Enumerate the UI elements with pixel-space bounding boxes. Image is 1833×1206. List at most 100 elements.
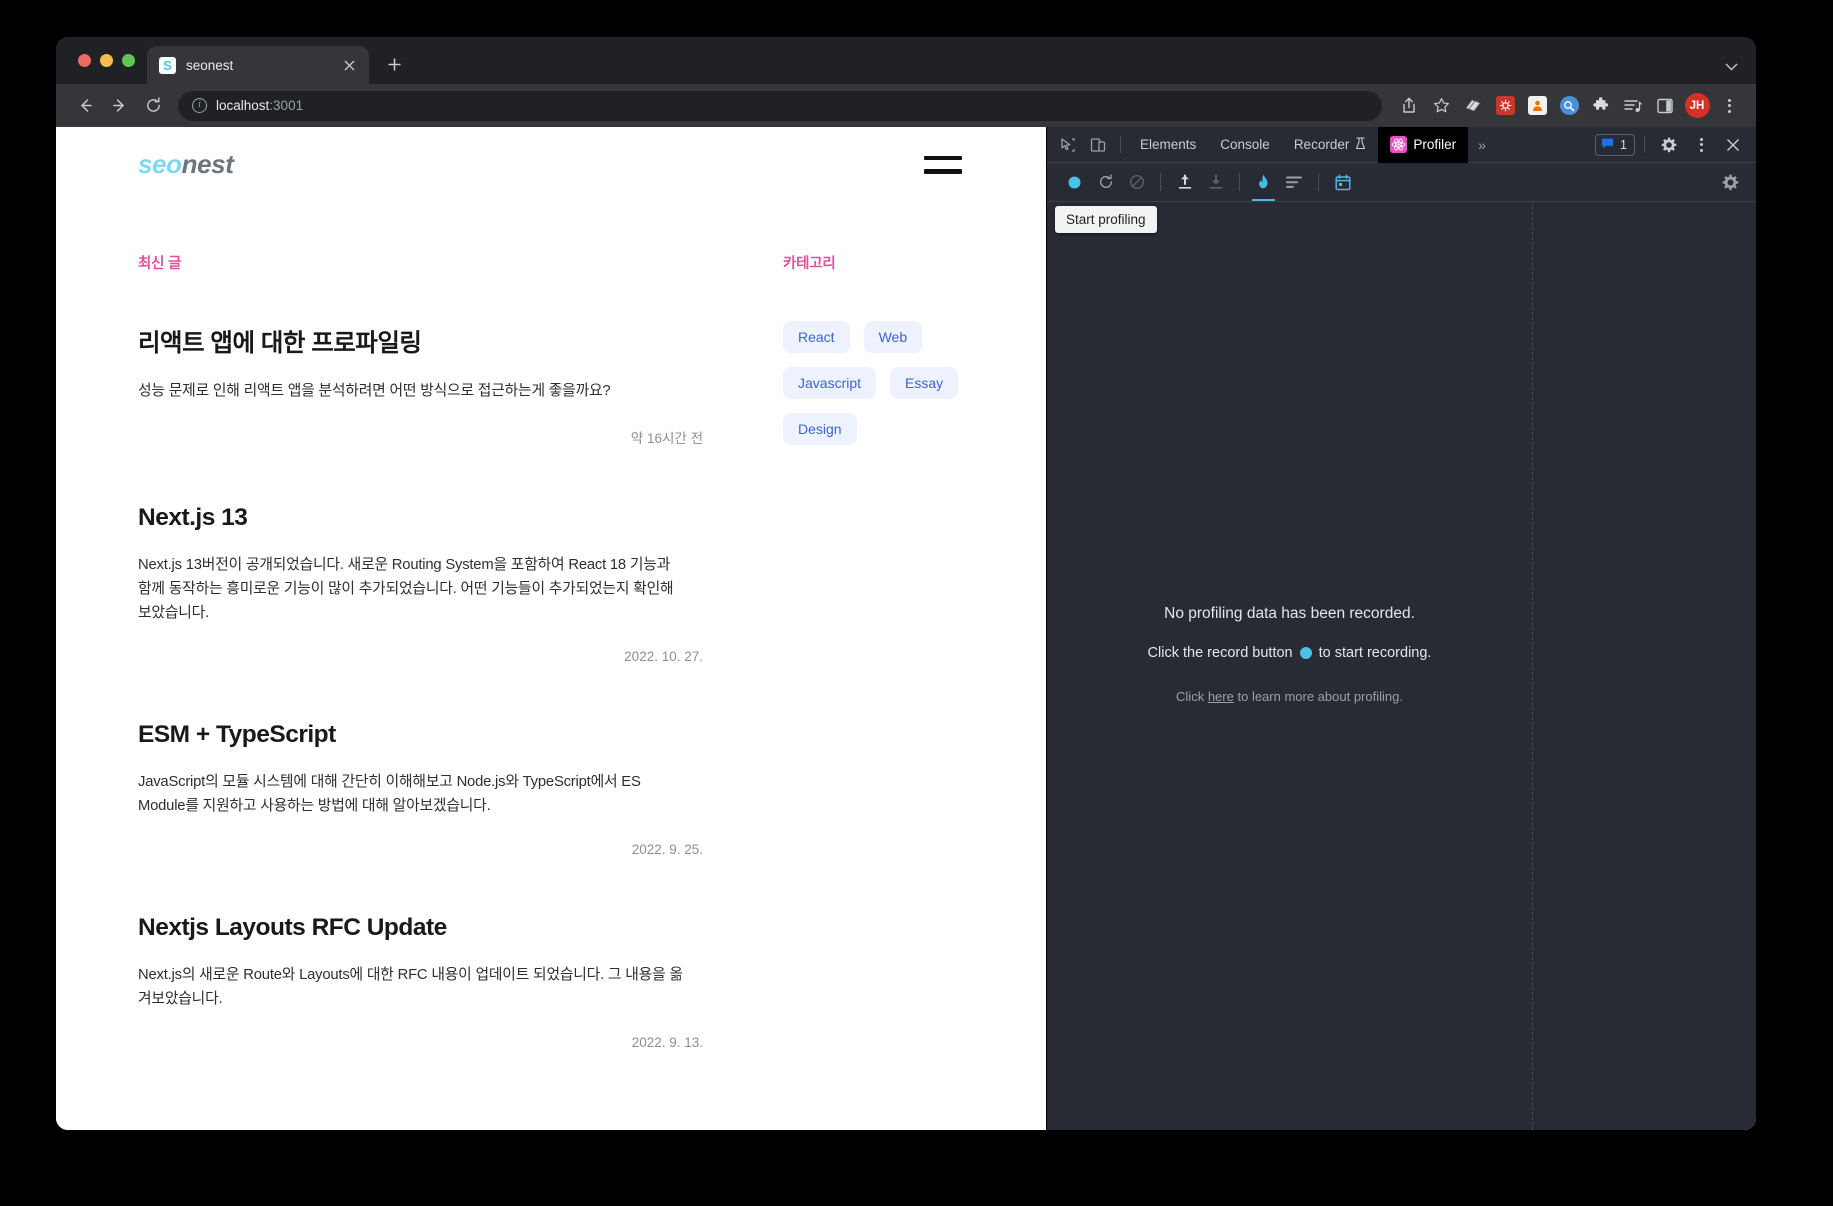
logo-part-one: seo [138,149,182,179]
tab-title: seonest [186,58,330,73]
address-bar[interactable]: i localhost:3001 [178,91,1382,121]
help-before: Click [1176,689,1204,704]
tab-strip: S seonest [56,37,1756,84]
profiler-empty-state: No profiling data has been recorded. Cli… [1148,605,1432,704]
flamegraph-view-button[interactable] [1248,163,1279,201]
instruction-after: to start recording. [1319,645,1432,661]
browser-tab[interactable]: S seonest [147,46,369,84]
books-extension-icon[interactable] [1458,91,1488,121]
minimize-window-button[interactable] [100,54,113,67]
post-date: 2022. 9. 25. [138,842,723,857]
reload-icon[interactable] [138,91,168,121]
puzzle-extensions-icon[interactable] [1586,91,1616,121]
blue-globe-extension-icon[interactable] [1554,91,1584,121]
help-after: to learn more about profiling. [1237,689,1402,704]
issues-count: 1 [1620,138,1627,152]
post-item[interactable]: Nextjs Layouts RFC Update Next.js의 새로운 R… [138,857,723,1050]
tab-label: Console [1220,137,1270,152]
red-extension-icon[interactable] [1490,91,1520,121]
new-tab-button[interactable] [379,49,409,79]
side-panel-icon[interactable] [1650,91,1680,121]
divider [1318,173,1319,191]
tab-console[interactable]: Console [1208,127,1282,163]
close-window-button[interactable] [78,54,91,67]
bookmark-star-icon[interactable] [1426,91,1456,121]
devtools-kebab-menu-icon[interactable] [1686,131,1716,159]
post-title[interactable]: ESM + TypeScript [138,719,723,751]
logo-part-two: nest [182,149,234,179]
start-profiling-tooltip: Start profiling [1055,206,1157,233]
window-controls [72,37,147,84]
devtools-close-icon[interactable] [1718,131,1748,159]
issues-message-icon [1601,137,1614,153]
kebab-menu-icon[interactable] [1714,91,1744,121]
category-tag[interactable]: Design [783,413,857,445]
latest-posts-label: 최신 글 [138,252,723,273]
post-item[interactable]: Next.js 13 Next.js 13버전이 공개되었습니다. 새로운 Ro… [138,447,723,664]
post-item[interactable]: 리액트 앱에 대한 프로파일링 성능 문제로 인해 리액트 앱을 분석하려면 어… [138,273,723,447]
devtools-tabbar: Elements Console Recorder [1047,127,1756,163]
react-logo-icon [1390,136,1407,153]
tab-recorder[interactable]: Recorder [1282,127,1379,163]
more-tabs-icon[interactable]: » [1468,137,1496,153]
clear-profiling-data-button[interactable] [1121,163,1152,201]
record-circle-icon [1300,647,1312,659]
post-date: 약 16시간 전 [138,427,723,447]
forward-arrow-icon[interactable] [104,91,134,121]
viewport: seonest 최신 글 리액트 앱에 대한 프로파일링 성능 문제로 인해 리… [56,127,1756,1130]
share-icon[interactable] [1394,91,1424,121]
browser-toolbar-icons: JH [1394,91,1744,121]
favicon: S [159,57,176,74]
device-toolbar-icon[interactable] [1083,131,1113,159]
devtools-settings-gear-icon[interactable] [1654,131,1684,159]
post-excerpt: Next.js 13버전이 공개되었습니다. 새로운 Routing Syste… [138,553,683,625]
category-list: React Web Javascript Essay Design [783,273,964,445]
inspect-element-icon[interactable] [1053,131,1083,159]
devtools-tabbar-actions: 1 [1595,131,1756,159]
web-page: seonest 최신 글 리액트 앱에 대한 프로파일링 성능 문제로 인해 리… [56,127,1046,1130]
category-tag[interactable]: Javascript [783,367,876,399]
tab-label: Recorder [1294,137,1350,152]
category-tag[interactable]: Essay [890,367,958,399]
profiler-sidebar-area [1533,202,1756,1130]
issues-counter[interactable]: 1 [1595,134,1635,156]
avatar[interactable]: JH [1682,91,1712,121]
category-tag[interactable]: React [783,321,850,353]
navigation-toolbar: i localhost:3001 [56,84,1756,127]
tab-label: Elements [1140,137,1196,152]
post-title[interactable]: Nextjs Layouts RFC Update [138,912,723,944]
post-title[interactable]: 리액트 앱에 대한 프로파일링 [138,328,723,360]
post-title[interactable]: Next.js 13 [138,502,723,534]
record-button[interactable] [1059,163,1090,201]
chevron-down-icon[interactable] [1725,58,1738,74]
divider [1644,136,1645,153]
tab-label: Profiler [1413,137,1456,152]
hamburger-menu-icon[interactable] [922,150,964,180]
categories-label: 카테고리 [783,252,964,273]
tab-elements[interactable]: Elements [1128,127,1208,163]
reload-and-profile-button[interactable] [1090,163,1121,201]
content-columns: 최신 글 리액트 앱에 대한 프로파일링 성능 문제로 인해 리액트 앱을 분석… [138,180,964,1050]
site-logo[interactable]: seonest [138,149,233,180]
save-profile-button[interactable] [1200,163,1231,201]
close-tab-button[interactable] [340,56,359,75]
maximize-window-button[interactable] [122,54,135,67]
empty-state-heading: No profiling data has been recorded. [1148,605,1432,623]
reading-list-icon[interactable] [1618,91,1648,121]
load-profile-button[interactable] [1169,163,1200,201]
instruction-before: Click the record button [1148,645,1293,661]
person-extension-icon[interactable] [1522,91,1552,121]
post-item[interactable]: ESM + TypeScript JavaScript의 모듈 시스템에 대해 … [138,664,723,857]
profiler-toolbar [1047,163,1756,202]
category-tag[interactable]: Web [864,321,923,353]
learn-more-link[interactable]: here [1208,689,1234,704]
tab-profiler[interactable]: Profiler [1378,127,1468,163]
timeline-view-button[interactable] [1327,163,1358,201]
info-circle-icon[interactable]: i [192,98,207,113]
profiler-settings-button[interactable] [1715,163,1746,201]
devtools-panel: Elements Console Recorder [1046,127,1756,1130]
back-arrow-icon[interactable] [70,91,100,121]
browser-window: S seonest [56,37,1756,1130]
ranked-view-button[interactable] [1279,163,1310,201]
beaker-icon [1355,137,1366,153]
